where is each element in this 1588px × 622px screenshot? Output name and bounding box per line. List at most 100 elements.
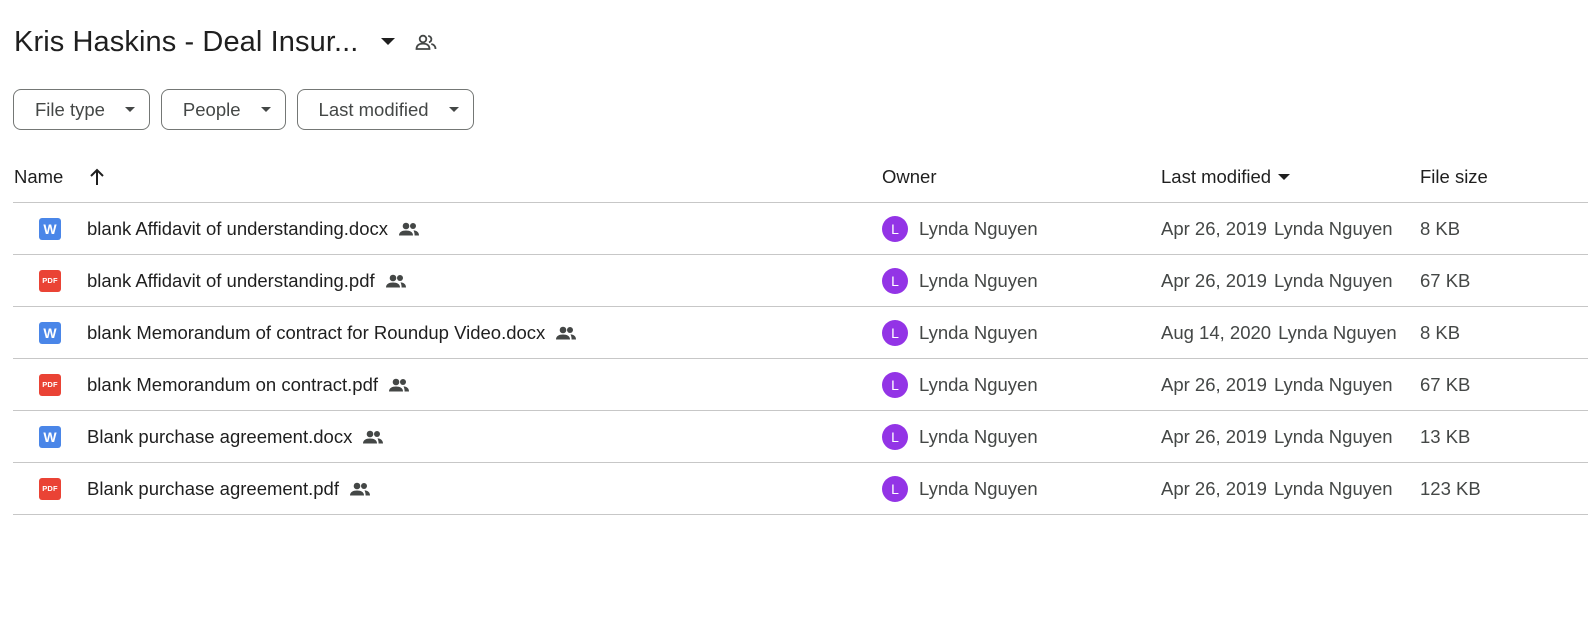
file-type-icon-label: PDF [42,380,58,389]
pdf-file-icon: PDF [39,269,61,292]
file-size-header-label: File size [1420,166,1488,187]
owner-column-header[interactable]: Owner [882,166,937,188]
owner-cell: L Lynda Nguyen [882,463,1038,514]
file-type-cell: W [39,411,61,462]
file-name-cell[interactable]: blank Affidavit of understanding.pdf [87,255,407,306]
avatar[interactable]: L [882,215,908,242]
file-size: 13 KB [1420,425,1471,447]
modified-by: Lynda Nguyen [1278,321,1397,343]
owner-name: Lynda Nguyen [919,321,1038,343]
file-type-icon-label: W [43,220,57,237]
table-row[interactable]: Wblank Affidavit of understanding.docx L L… [13,203,1588,255]
file-name[interactable]: Blank purchase agreement.pdf [87,478,339,500]
last-modified-cell: Apr 26, 2019 Lynda Nguyen [1161,203,1393,254]
file-list-table: Name Owner Last modified File size Wblan… [13,152,1588,515]
modified-by: Lynda Nguyen [1273,373,1393,395]
table-row[interactable]: PDF blank Affidavit of understanding.pdf L… [13,255,1588,307]
table-row[interactable]: W Blank purchase agreement.docx L Lynda Ngu… [13,411,1588,463]
owner-cell: L Lynda Nguyen [882,255,1038,306]
last-modified-cell: Apr 26, 2019 Lynda Nguyen [1161,359,1393,410]
modified-date: Apr 26, 2019 [1161,425,1267,447]
avatar[interactable]: L [882,475,908,502]
arrow-drop-down-icon[interactable] [1275,168,1293,186]
file-name[interactable]: blank Affidavit of understanding.docx [87,218,388,240]
file-type-cell: W [39,203,61,254]
file-type-icon-label: W [43,324,57,341]
file-type-icon-label: PDF [42,276,58,285]
modified-date: Apr 26, 2019 [1161,269,1267,291]
last-modified-cell: Apr 26, 2019 Lynda Nguyen [1161,411,1393,462]
owner-name: Lynda Nguyen [919,269,1038,291]
arrow-upward-icon[interactable] [89,168,105,186]
name-header-label: Name [14,166,64,187]
file-name-cell[interactable]: blank Memorandum on contract.pdf [87,359,410,410]
last-modified-column-header[interactable]: Last modified [1161,166,1293,188]
file-name[interactable]: blank Memorandum on contract.pdf [87,374,378,396]
file-name-cell[interactable]: blank Memorandum of contract for Roundup… [87,307,577,358]
file-name[interactable]: Blank purchase agreement.docx [87,426,352,448]
pdf-file-icon: PDF [39,373,61,396]
table-header: Name Owner Last modified File size [13,152,1588,203]
modified-date: Apr 26, 2019 [1161,217,1267,239]
filter-bar: File type People Last modified [13,89,474,130]
modified-date: Apr 26, 2019 [1161,477,1267,499]
file-size-cell: 8 KB [1420,203,1460,254]
file-size: 8 KB [1420,217,1461,239]
chip-label: People [182,98,241,120]
table-row[interactable]: PDF blank Memorandum on contract.pdf L Lynd… [13,359,1588,411]
name-column-header[interactable]: Name [14,166,105,188]
file-type-filter-chip[interactable]: File type [13,89,150,130]
modified-by: Lynda Nguyen [1273,217,1393,239]
file-size-cell: 123 KB [1420,463,1481,514]
file-name-cell[interactable]: blank Affidavit of understanding.docx [87,203,420,254]
people-outline-icon[interactable] [414,30,438,54]
modified-by: Lynda Nguyen [1273,477,1393,499]
file-name[interactable]: blank Affidavit of understanding.pdf [87,270,375,292]
modified-date: Aug 14, 2020 [1161,321,1272,343]
table-row[interactable]: Wblank Memorandum of contract for Roundu… [13,307,1588,359]
arrow-drop-down-icon [448,107,459,112]
people-icon [349,482,371,496]
avatar[interactable]: L [882,319,908,346]
file-name-cell[interactable]: Blank purchase agreement.pdf [87,463,371,514]
chip-label: Last modified [318,98,429,120]
word-document-icon: W [39,321,61,344]
owner-name: Lynda Nguyen [919,373,1038,395]
people-icon [398,222,420,236]
avatar[interactable]: L [882,423,908,450]
file-size-cell: 67 KB [1420,255,1470,306]
pdf-file-icon: PDF [39,477,61,500]
file-size-cell: 67 KB [1420,359,1470,410]
table-row[interactable]: PDF Blank purchase agreement.pdf L Lynda Ng… [13,463,1588,515]
file-size-cell: 13 KB [1420,411,1470,462]
word-document-icon: W [39,217,61,240]
modified-by: Lynda Nguyen [1273,425,1393,447]
avatar[interactable]: L [882,371,908,398]
file-name-cell[interactable]: Blank purchase agreement.docx [87,411,384,462]
arrow-drop-down-icon[interactable] [376,30,400,54]
people-filter-chip[interactable]: People [160,89,286,130]
file-size: 67 KB [1420,373,1471,395]
owner-cell: L Lynda Nguyen [882,307,1038,358]
file-size: 123 KB [1420,477,1481,499]
file-name[interactable]: blank Memorandum of contract for Roundup… [87,322,545,344]
last-modified-header-label: Last modified [1161,166,1272,187]
folder-title[interactable]: Kris Haskins - Deal Insur... [14,26,358,59]
last-modified-cell: Aug 14, 2020 Lynda Nguyen [1161,307,1397,358]
owner-cell: L Lynda Nguyen [882,411,1038,462]
owner-cell: L Lynda Nguyen [882,203,1038,254]
avatar[interactable]: L [882,267,908,294]
file-size-cell: 8 KB [1420,307,1460,358]
file-type-cell: PDF [39,255,61,306]
arrow-drop-down-icon [124,107,135,112]
file-size: 8 KB [1420,321,1461,343]
file-size-column-header[interactable]: File size [1420,166,1488,188]
owner-header-label: Owner [882,166,937,187]
file-size: 67 KB [1420,269,1471,291]
last-modified-filter-chip[interactable]: Last modified [296,89,474,130]
table-body: Wblank Affidavit of understanding.docx L L… [13,203,1588,515]
modified-date: Apr 26, 2019 [1161,373,1267,395]
owner-name: Lynda Nguyen [919,477,1038,499]
chip-label: File type [35,98,105,120]
file-type-icon-label: W [43,428,57,445]
